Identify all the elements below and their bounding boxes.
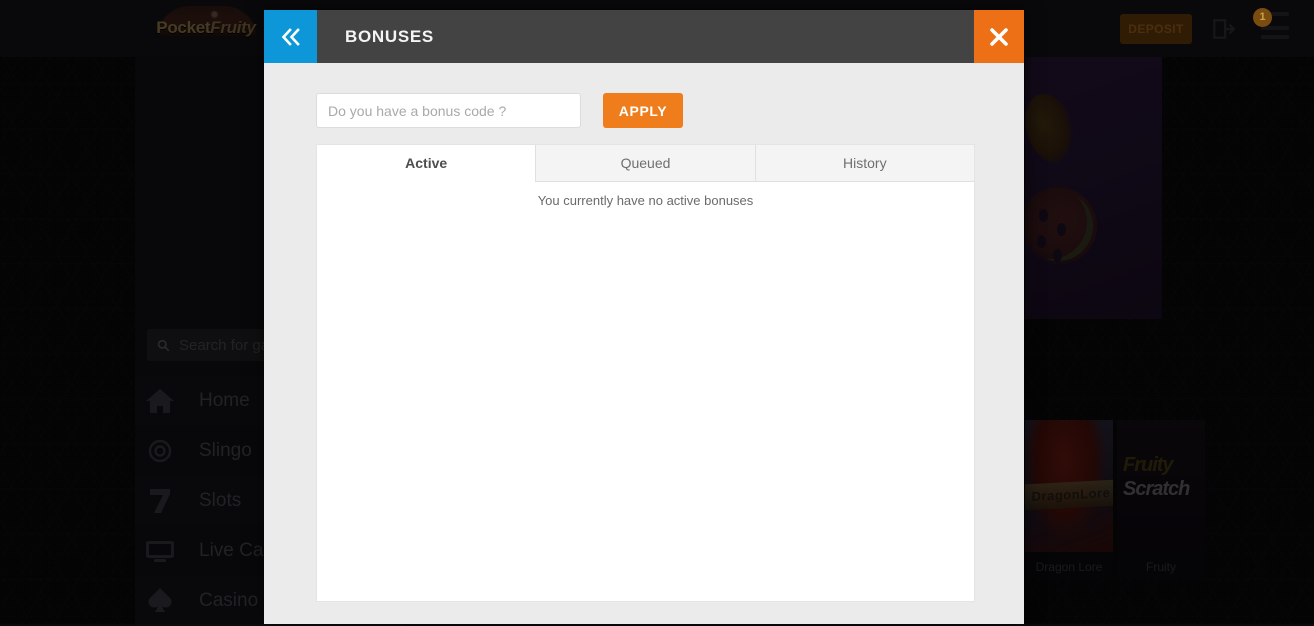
bonuses-tabs: Active Queued History [317, 145, 974, 182]
modal-title: BONUSES [345, 27, 434, 47]
tab-active[interactable]: Active [317, 145, 535, 182]
bonuses-panel: Active Queued History You currently have… [316, 144, 975, 602]
double-chevron-left-icon [278, 27, 304, 47]
close-x-icon [988, 26, 1010, 48]
modal-body: APPLY Active Queued History You currentl… [264, 63, 1024, 602]
close-button[interactable] [974, 10, 1024, 63]
empty-state-message: You currently have no active bonuses [317, 182, 974, 208]
back-button[interactable] [264, 10, 317, 63]
modal-header: BONUSES [264, 10, 1024, 63]
tab-queued[interactable]: Queued [535, 145, 754, 182]
tab-history[interactable]: History [755, 145, 974, 182]
bonus-code-row: APPLY [316, 93, 972, 128]
bonuses-modal: BONUSES APPLY Active Queued History You … [264, 10, 1024, 624]
bonus-code-input[interactable] [316, 93, 581, 128]
apply-button[interactable]: APPLY [603, 93, 683, 128]
menu-badge: 1 [1253, 8, 1272, 27]
